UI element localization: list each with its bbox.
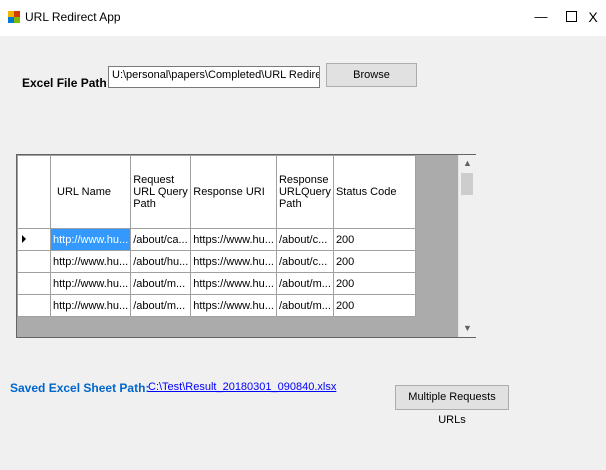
table-cell[interactable]: /about/hu... — [130, 250, 192, 273]
results-table: URL Name Request URL Query Path Response… — [17, 155, 416, 317]
table-cell[interactable]: /about/m... — [130, 272, 192, 295]
scroll-down-icon[interactable]: ▼ — [459, 320, 476, 337]
close-button[interactable]: X — [578, 5, 606, 29]
table-cell[interactable]: /about/m... — [275, 272, 334, 295]
row-header[interactable] — [17, 294, 51, 317]
excel-path-label: Excel File Path — [22, 76, 107, 90]
table-cell[interactable]: http://www.hu... — [49, 294, 132, 317]
app-icon — [8, 11, 20, 23]
current-row-arrow-icon — [22, 235, 26, 243]
table-cell[interactable]: /about/ca... — [130, 228, 192, 251]
table-cell[interactable]: /about/m... — [275, 294, 334, 317]
table-cell[interactable]: http://www.hu... — [49, 250, 132, 273]
table-cell[interactable]: 200 — [332, 272, 416, 295]
window-title: URL Redirect App — [25, 10, 121, 24]
scroll-thumb[interactable] — [461, 173, 473, 195]
table-cell[interactable]: 200 — [332, 294, 416, 317]
browse-button[interactable]: Browse — [326, 63, 417, 87]
col-header-url-name[interactable]: URL Name — [49, 155, 132, 229]
table-row[interactable]: http://www.hu... /about/m... https://www… — [17, 294, 416, 317]
multiple-requests-button[interactable]: Multiple Requests URLs — [395, 385, 509, 426]
excel-path-input[interactable]: U:\personal\papers\Completed\URL Redirec… — [108, 66, 320, 88]
table-cell[interactable]: /about/c... — [275, 250, 334, 273]
row-header[interactable] — [17, 272, 51, 295]
grid-vertical-scrollbar[interactable]: ▲ ▼ — [458, 155, 476, 337]
header-row: URL Name Request URL Query Path Response… — [17, 155, 416, 229]
title-bar: URL Redirect App — X — [0, 0, 606, 36]
maximize-icon — [565, 11, 577, 23]
table-row[interactable]: http://www.hu... /about/m... https://www… — [17, 272, 416, 295]
minimize-button[interactable]: — — [526, 5, 556, 29]
table-cell[interactable]: http://www.hu... — [49, 228, 132, 251]
row-header[interactable] — [17, 250, 51, 273]
table-cell[interactable]: https://www.hu... — [190, 294, 277, 317]
saved-path-link[interactable]: C:\Test\Result_20180301_090840.xlsx — [148, 381, 336, 393]
table-cell[interactable]: /about/c... — [275, 228, 334, 251]
row-header[interactable] — [17, 228, 51, 251]
col-header-status-code[interactable]: Status Code — [332, 155, 416, 229]
table-cell[interactable]: 200 — [332, 228, 416, 251]
table-row[interactable]: http://www.hu... /about/hu... https://ww… — [17, 250, 416, 273]
col-header-response-query-path[interactable]: Response URLQuery Path — [275, 155, 334, 229]
col-header-request-query-path[interactable]: Request URL Query Path — [130, 155, 192, 229]
table-row[interactable]: http://www.hu... /about/ca... https://ww… — [17, 228, 416, 251]
table-cell[interactable]: https://www.hu... — [190, 228, 277, 251]
scroll-up-icon[interactable]: ▲ — [459, 155, 476, 172]
table-cell[interactable]: http://www.hu... — [49, 272, 132, 295]
table-cell[interactable]: /about/m... — [130, 294, 192, 317]
col-header-response-uri[interactable]: Response URI — [190, 155, 277, 229]
table-cell[interactable]: https://www.hu... — [190, 250, 277, 273]
results-grid[interactable]: URL Name Request URL Query Path Response… — [16, 154, 476, 338]
table-cell[interactable]: 200 — [332, 250, 416, 273]
table-cell[interactable]: https://www.hu... — [190, 272, 277, 295]
saved-path-label: Saved Excel Sheet Path: — [10, 381, 150, 395]
row-header-corner — [17, 155, 51, 229]
